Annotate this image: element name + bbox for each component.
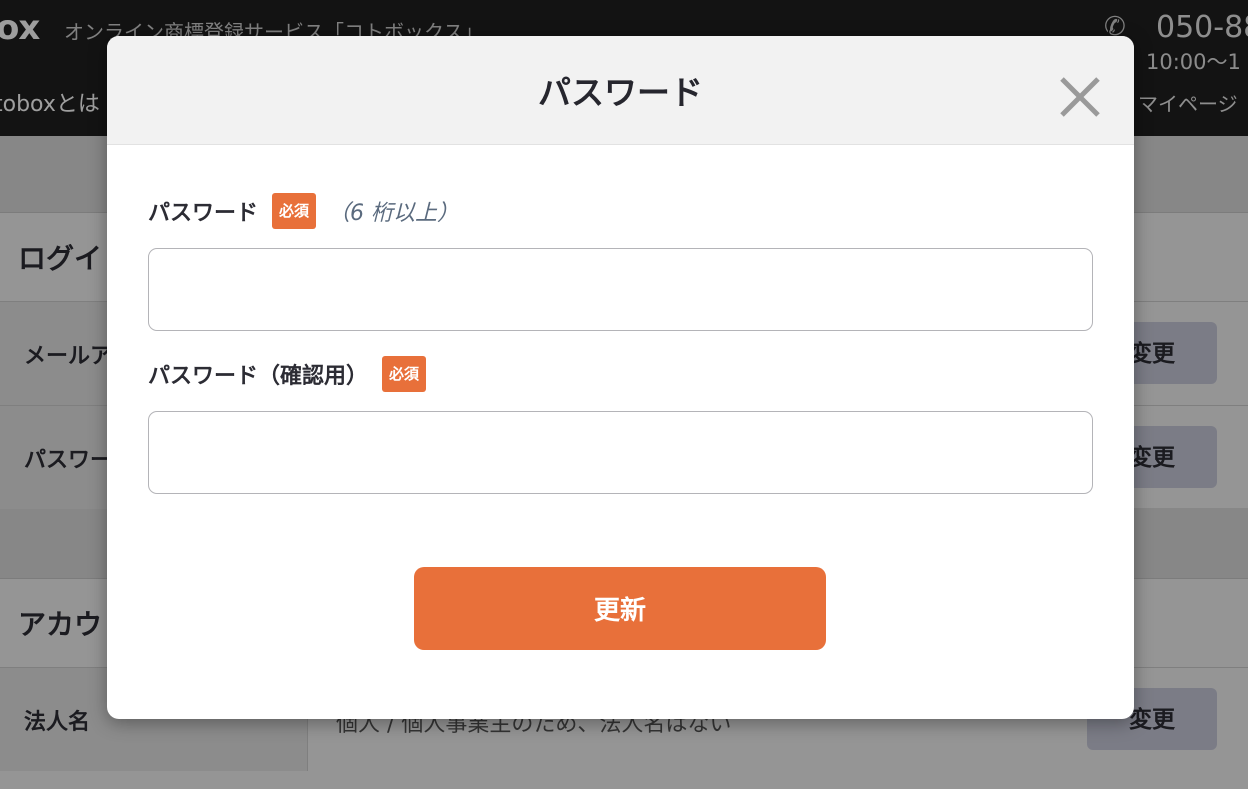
close-icon — [1060, 77, 1100, 117]
password-confirm-input[interactable] — [148, 411, 1093, 494]
close-button[interactable] — [1057, 74, 1103, 120]
confirm-label-row: パスワード（確認用） 必須 — [148, 356, 427, 392]
modal-title: パスワード — [538, 73, 703, 112]
modal-header: パスワード — [107, 36, 1134, 145]
password-label-row: パスワード 必須 （6 桁以上） — [148, 193, 459, 229]
password-confirm-label: パスワード（確認用） — [148, 364, 369, 389]
page: ox オンライン商標登録サービス「コトボックス」 ✆ 050-88 10:00〜… — [0, 0, 1248, 789]
update-button[interactable]: 更新 — [414, 567, 826, 650]
required-badge: 必須 — [382, 356, 427, 392]
password-modal: パスワード パスワード 必須 （6 桁以上） パスワード（確認用） 必須 更新 — [107, 36, 1134, 719]
required-badge: 必須 — [272, 193, 317, 229]
password-input[interactable] — [148, 248, 1093, 331]
password-hint: （6 桁以上） — [328, 201, 460, 226]
password-label: パスワード — [148, 201, 259, 226]
